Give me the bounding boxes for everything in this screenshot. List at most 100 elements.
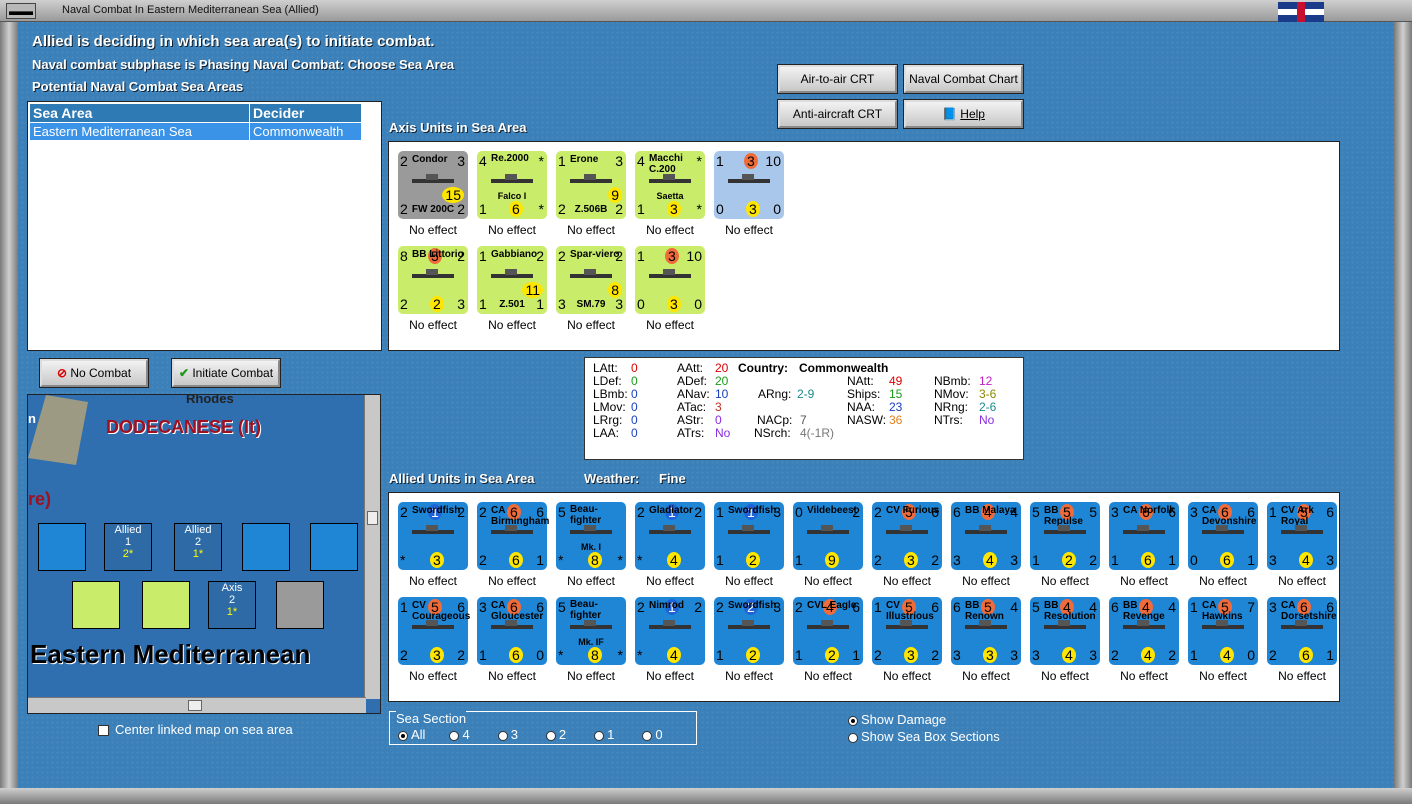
unit-counter[interactable]: 3 6 6 CA Gloucester 1 6 0 <box>477 597 547 665</box>
unit-counter[interactable]: 3 6 6 CA Devonshire 0 6 1 <box>1188 502 1258 570</box>
radio-dot[interactable] <box>848 732 858 743</box>
unit-stat-bl: 2 <box>1269 647 1277 663</box>
table-row[interactable]: Eastern Mediterranean Sea Commonwealth <box>29 122 362 141</box>
map-horizontal-scrollbar[interactable] <box>28 697 366 713</box>
unit-counter[interactable]: 5 Beau-fighter Mk. I * 8 * <box>556 502 626 570</box>
unit-counter[interactable]: 1 5 6 CV Illustrious 2 3 2 <box>872 597 942 665</box>
map-allied-box-1[interactable]: Allied 1 2* <box>104 523 152 571</box>
unit-counter[interactable]: 2 4 6 CVL Eagle 1 2 1 <box>793 597 863 665</box>
scroll-thumb[interactable] <box>188 700 202 711</box>
unit-counter[interactable]: 4 * Macchi C.200 Saetta 1 3 * <box>635 151 705 219</box>
unit-silhouette-icon <box>1119 615 1169 637</box>
unit-counter[interactable]: 1 5 6 CV Ark Royal 3 4 3 <box>1267 502 1337 570</box>
initiate-combat-button[interactable]: ✔ Initiate Combat <box>171 358 281 388</box>
unit-counter[interactable]: 6 5 4 BB Renown 3 3 3 <box>951 597 1021 665</box>
unit-silhouette-icon <box>487 169 537 191</box>
unit-counter[interactable]: 3 6 6 CA Dorsetshire 2 6 1 <box>1267 597 1337 665</box>
option-label: 4 <box>462 727 470 742</box>
show-sections-label: Show Sea Box Sections <box>861 729 1000 744</box>
radio-dot[interactable] <box>497 730 508 741</box>
unit-status: No effect <box>409 318 457 332</box>
unit-counter[interactable]: 5 4 4 BB Resolution 3 4 3 <box>1030 597 1100 665</box>
unit-counter[interactable]: 2 1 2 Gladiator * 4 <box>635 502 705 570</box>
radio-dot[interactable] <box>449 730 460 741</box>
decider-cell[interactable]: Commonwealth <box>249 122 362 141</box>
map-allied-box-2[interactable]: Allied 2 1* <box>174 523 222 571</box>
unit-counter[interactable]: 1 3 Erone 9 2 Z.506B 2 <box>556 151 626 219</box>
map-counter-condor[interactable] <box>276 581 324 629</box>
sea-section-option[interactable]: 2 <box>545 727 566 742</box>
map-counter-swordfish[interactable] <box>242 523 290 571</box>
map-counter-swordfish-2[interactable] <box>310 523 358 571</box>
unit-stat-br: 2 <box>457 201 465 217</box>
unit-counter[interactable]: 1 2 Gabbiano 11 1 Z.501 1 <box>477 246 547 314</box>
unit-counter[interactable]: 6 4 4 BB Revenge 2 4 2 <box>1109 597 1179 665</box>
map-axis-box-2[interactable]: Axis 2 1* <box>208 581 256 629</box>
unit-stat-bc: 2 <box>825 647 839 663</box>
box-count: 1* <box>226 606 238 618</box>
unit-silhouette-icon <box>408 615 458 637</box>
unit-counter[interactable]: 2 3 Condor 15 2 FW 200C 2 <box>398 151 468 219</box>
unit-stat-bc-marker: 4 <box>1062 647 1076 663</box>
unit-counter[interactable]: 1 5 7 CA Hawkins 1 4 0 <box>1188 597 1258 665</box>
unit-counter[interactable]: 6 4 4 BB Malaya 3 4 3 <box>951 502 1021 570</box>
unit-counter[interactable]: 5 5 5 BB Repulse 1 2 2 <box>1030 502 1100 570</box>
unit-counter[interactable]: 8 5 2 BB Littorio 2 2 3 <box>398 246 468 314</box>
col-decider[interactable]: Decider <box>249 103 362 123</box>
unit-counter[interactable]: 2 1 2 Swordfish * 3 <box>398 502 468 570</box>
scroll-thumb[interactable] <box>367 511 378 525</box>
unit-counter[interactable]: 2 5 6 CV Furious 2 3 2 <box>872 502 942 570</box>
unit-counter[interactable]: 1 3 10 0 3 0 <box>714 151 784 219</box>
unit-stat-tr: 2 <box>694 504 702 520</box>
radio-dot[interactable] <box>642 730 653 741</box>
show-sections-radio[interactable]: Show Sea Box Sections <box>848 729 1000 744</box>
unit-counter[interactable]: 2 6 6 CA Birmingham 2 6 1 <box>477 502 549 570</box>
naval-combat-chart-button[interactable]: Naval Combat Chart <box>903 64 1024 94</box>
unit-counter[interactable]: 4 * Re.2000 Falco I 1 6 * <box>477 151 547 219</box>
unit-counter[interactable]: 5 Beau-fighter Mk. IF * 8 * <box>556 597 626 665</box>
unit-status: No effect <box>1041 574 1089 588</box>
checkbox-box[interactable] <box>98 725 109 737</box>
help-button[interactable]: 📘 Help <box>903 99 1024 129</box>
radio-dot[interactable] <box>848 715 858 726</box>
unit-stat-tr: 10 <box>765 153 781 169</box>
option-label: 0 <box>655 727 663 742</box>
anti-aircraft-crt-button[interactable]: Anti-aircraft CRT <box>777 99 898 129</box>
map-counter-ark-royal[interactable] <box>38 523 86 571</box>
unit-counter[interactable]: 2 2 3 Swordfish 1 2 <box>714 597 784 665</box>
unit-silhouette-icon <box>1277 520 1327 542</box>
unit-stat-bc-marker: 2 <box>825 647 839 663</box>
unit-counter[interactable]: 1 5 6 CV Courageous 2 3 2 <box>398 597 470 665</box>
system-menu-button[interactable]: ▬▬ <box>6 3 36 19</box>
radio-dot[interactable] <box>545 730 556 741</box>
map-counter-gabbiano[interactable] <box>142 581 190 629</box>
unit-stat-tl: 2 <box>716 599 724 615</box>
unit-counter[interactable]: 2 2 Spar-viero 8 3 SM.79 3 <box>556 246 626 314</box>
unit-silhouette-icon <box>803 520 853 542</box>
radio-dot[interactable] <box>594 730 605 741</box>
map-vertical-scrollbar[interactable] <box>364 395 380 699</box>
sea-section-option[interactable]: 3 <box>497 727 518 742</box>
unit-stat-bc-marker: 3 <box>983 647 997 663</box>
linked-map[interactable]: Rhodes DODECANESE (It) n re) Allied 1 2* A… <box>27 394 381 714</box>
unit-counter[interactable]: 3 6 6 CA Norfolk 1 6 1 <box>1109 502 1179 570</box>
no-combat-button[interactable]: ⊘ No Combat <box>39 358 149 388</box>
unit-counter[interactable]: 0 2 Vildebeest 1 9 <box>793 502 863 570</box>
col-sea-area[interactable]: Sea Area <box>29 103 250 123</box>
show-damage-radio[interactable]: Show Damage <box>848 712 946 727</box>
sea-section-option[interactable]: 0 <box>642 727 663 742</box>
air-to-air-crt-button[interactable]: Air-to-air CRT <box>777 64 898 94</box>
sea-section-option[interactable]: All <box>398 727 425 742</box>
unit-silhouette-icon <box>408 520 458 542</box>
unit-counter[interactable]: 2 1 2 Nimrod * 4 <box>635 597 705 665</box>
unit-stat-br: 0 <box>536 647 544 663</box>
map-counter-macchi[interactable] <box>72 581 120 629</box>
sea-section-option[interactable]: 1 <box>594 727 614 742</box>
unit-silhouette-icon <box>724 615 774 637</box>
unit-counter[interactable]: 1 3 10 0 3 0 <box>635 246 705 314</box>
radio-dot[interactable] <box>398 730 408 741</box>
sea-section-option[interactable]: 4 <box>449 727 470 742</box>
sea-area-cell[interactable]: Eastern Mediterranean Sea <box>29 122 250 141</box>
unit-counter[interactable]: 1 1 3 Swordfish 1 2 <box>714 502 784 570</box>
center-linked-checkbox[interactable]: Center linked map on sea area <box>98 722 293 737</box>
